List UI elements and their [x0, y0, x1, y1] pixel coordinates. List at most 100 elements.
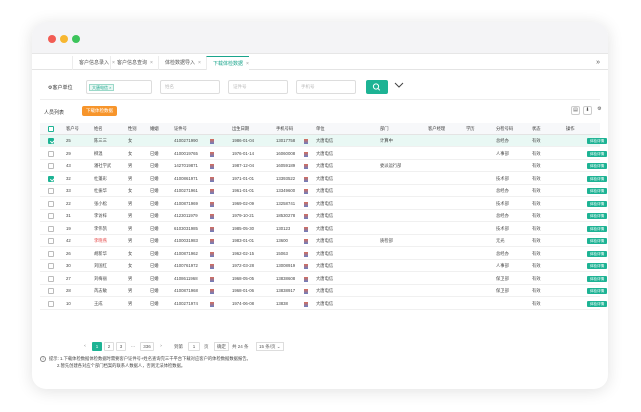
exam-detail-button[interactable]: 体检详情 [587, 163, 607, 169]
row-checkbox[interactable] [48, 275, 54, 282]
column-header[interactable]: 客户号 [66, 123, 79, 135]
goto-confirm-button[interactable]: 确定 [214, 342, 229, 351]
unit-filter-text: 客户单位 [52, 85, 73, 91]
row-checkbox[interactable] [48, 163, 54, 169]
table-row[interactable]: 19 李伟凯 男 已婚 6103031985 1985-05-30 130123 大唐电信 技术… [40, 223, 607, 235]
table-cell-dept: 委派运行部 [380, 163, 402, 168]
chevron-down-icon[interactable] [394, 82, 404, 90]
exam-detail-button[interactable]: 体检详情 [587, 225, 607, 232]
download-button[interactable]: 下载体检数据 [82, 106, 117, 116]
column-header[interactable]: 手机号码 [276, 123, 293, 135]
table-row[interactable]: 30 刘国红 女 已婚 4100761972 1972-03-28 13008919 大唐电信… [40, 260, 607, 272]
table-cell-mar: 已婚 [150, 238, 159, 243]
row-checkbox[interactable] [48, 250, 54, 257]
settings-icon[interactable]: ⚙ [595, 106, 604, 115]
table-cell-birth: 1979-10-21 [232, 213, 254, 218]
page-button[interactable]: 2 [104, 342, 114, 351]
tab-exam-download[interactable]: 下载体检数据 × [206, 56, 249, 70]
table-row[interactable]: 22 张小松 男 已婚 4100871969 1969-02-09 13258741 大唐电信… [40, 198, 607, 210]
unit-chip[interactable]: 大唐电信 × [89, 84, 115, 91]
close-window-icon[interactable] [48, 35, 56, 43]
exam-detail-button[interactable]: 体检详情 [587, 275, 607, 282]
table-row[interactable]: 32 杜蓬彩 男 已婚 4100861971 1971-01-01 13393522 大唐电信… [40, 173, 607, 185]
table-row[interactable]: 33 杜振华 女 已婚 4100271961 1961-01-01 13349600 大唐电信… [40, 185, 607, 197]
column-header[interactable]: 单位 [316, 123, 325, 135]
exam-detail-button[interactable]: 体检详情 [587, 238, 607, 244]
print-icon[interactable]: ▤ [571, 106, 580, 115]
table-row[interactable]: 28 芮志敏 男 已婚 4100871968 1968-01-06 13838917 大唐电信… [40, 285, 607, 297]
close-tab-icon[interactable]: × [198, 60, 201, 66]
close-tab-icon[interactable]: × [150, 60, 153, 66]
tab-customer-query[interactable]: 客户信息查询 × [110, 56, 153, 70]
exam-detail-button[interactable]: 体检详情 [587, 188, 607, 194]
table-cell-no: 28 [66, 288, 71, 293]
page-button[interactable]: 1 [92, 342, 102, 351]
exam-detail-button[interactable]: 体检详情 [587, 175, 607, 182]
next-page-button[interactable]: › [156, 342, 166, 351]
page-size-select[interactable]: 15 条/页 ⌄ [256, 342, 284, 351]
column-header[interactable]: 证件号 [174, 123, 187, 135]
row-checkbox[interactable] [48, 138, 54, 144]
table-row[interactable]: 10 王成 男 已婚 4100271974 1974-06-08 13838 大唐电信 有效 体检… [40, 298, 607, 310]
table-cell-id: 4100271961 [174, 188, 198, 193]
exam-detail-button[interactable]: 体检详情 [587, 300, 607, 307]
row-checkbox[interactable] [48, 175, 54, 182]
table-row[interactable]: 27 刘梅丽 男 已婚 4108611968 1968-05-05 13838608 大唐电信… [40, 273, 607, 285]
more-tabs-icon[interactable]: » [596, 56, 600, 70]
row-checkbox[interactable] [48, 225, 54, 232]
exam-detail-button[interactable]: 体检详情 [587, 288, 607, 294]
table-cell-id: 1427019871 [174, 163, 198, 168]
exam-detail-button[interactable]: 体检详情 [587, 150, 607, 157]
table-row[interactable]: 31 李访梓 男 已婚 4123011979 1979-10-21 18530278 大唐电信… [40, 210, 607, 222]
row-checkbox[interactable] [48, 263, 54, 269]
close-tab-icon[interactable]: × [246, 61, 249, 67]
last-page-button[interactable]: 336 [140, 342, 154, 351]
minimize-window-icon[interactable] [60, 35, 68, 43]
column-header[interactable]: 部门 [380, 123, 389, 135]
exam-detail-button[interactable]: 体检详情 [587, 263, 607, 269]
column-header[interactable]: 客户经理 [428, 123, 445, 135]
tab-exam-import[interactable]: 体检数据导入 × [158, 56, 201, 70]
redacted-id-mark [210, 176, 214, 182]
table-row[interactable]: 42 李晓燕 男 已婚 4100031983 1983-01-01 13600 大唐电信 质检部… [40, 235, 607, 247]
row-checkbox[interactable] [48, 238, 54, 244]
select-all-checkbox[interactable] [48, 126, 54, 132]
exam-detail-button[interactable]: 体检详情 [587, 200, 607, 207]
table-row[interactable]: 26 胡新华 女 已婚 4100871962 1962-02-15 15063 大唐电信 总经办… [40, 248, 607, 260]
export-icon[interactable]: ⬇ [583, 106, 592, 115]
column-header[interactable]: 出生日期 [232, 123, 249, 135]
table-row[interactable]: 43 潘社学武 男 已婚 1427019871 1987-12-04 16059189 大唐电… [40, 160, 607, 172]
page-button[interactable]: 3 [116, 342, 126, 351]
table-row[interactable]: 29 柳温 女 已婚 4100019765 1976-01-14 16060008 大唐电信 人… [40, 148, 607, 160]
column-header[interactable]: 姓名 [94, 123, 103, 135]
column-header[interactable]: 性别 [128, 123, 137, 135]
column-header[interactable]: 操作 [566, 123, 575, 135]
row-checkbox[interactable] [48, 213, 54, 219]
redacted-phone-mark [304, 151, 308, 157]
table-row[interactable]: 25 陈三三 女 4100271990 1986-01-04 13017758 大唐电信 计算… [40, 135, 607, 147]
row-checkbox[interactable] [48, 300, 54, 307]
id-number-input[interactable]: 证件号 [228, 80, 288, 94]
exam-detail-button[interactable]: 体检详情 [587, 138, 607, 144]
search-button[interactable] [366, 80, 388, 94]
exam-detail-button[interactable]: 体检详情 [587, 250, 607, 257]
row-checkbox[interactable] [48, 288, 54, 294]
row-checkbox[interactable] [48, 188, 54, 194]
table-cell-mar: 已婚 [150, 250, 159, 256]
row-checkbox[interactable] [48, 200, 54, 207]
unit-select[interactable]: 大唐电信 × [86, 80, 152, 94]
prev-page-button[interactable]: ‹ [80, 342, 90, 351]
row-checkbox[interactable] [48, 150, 54, 157]
column-header[interactable]: 婚姻 [150, 123, 159, 135]
goto-page-input[interactable]: 1 [188, 342, 200, 351]
exam-detail-button[interactable]: 体检详情 [587, 213, 607, 219]
redacted-phone-mark [304, 164, 308, 169]
redacted-id-mark [210, 276, 214, 282]
column-header[interactable]: 分检号码 [496, 123, 513, 135]
phone-input[interactable]: 手机号 [296, 80, 356, 94]
tab-customer-entry[interactable]: 客户信息录入 × [72, 56, 115, 70]
column-header[interactable]: 学历 [466, 123, 475, 135]
name-input[interactable]: 姓名 [160, 80, 220, 94]
maximize-window-icon[interactable] [72, 35, 80, 43]
column-header[interactable]: 状态 [532, 123, 541, 135]
